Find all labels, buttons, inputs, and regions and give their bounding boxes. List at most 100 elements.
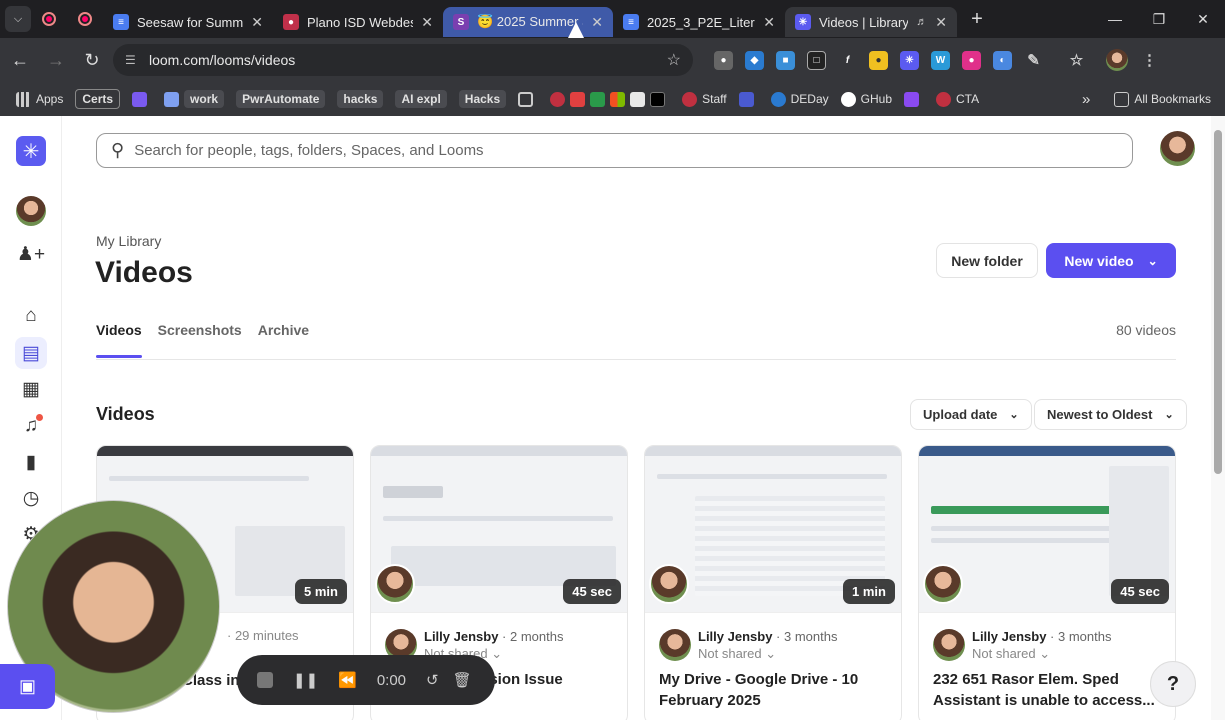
tab-search-button[interactable]: ⌵: [5, 6, 31, 32]
keep-ext-icon[interactable]: ●: [869, 50, 888, 70]
tab-loom-videos[interactable]: ✳ Videos | Library | L ♬ ✕: [785, 7, 957, 37]
tab-webdesk[interactable]: ● Plano ISD Webdesk ✕: [273, 7, 443, 37]
tab-literacy[interactable]: ≡ 2025_3_P2E_Literacy ✕: [613, 7, 785, 37]
bookmark-c[interactable]: [738, 91, 759, 107]
scrollbar-thumb[interactable]: [1214, 130, 1222, 474]
loom-logo-icon[interactable]: ✳: [16, 136, 46, 166]
help-button[interactable]: ?: [1150, 661, 1196, 707]
sort-order-dropdown[interactable]: Newest to Oldest ⌄: [1034, 399, 1187, 430]
clock-icon[interactable]: ◷: [15, 482, 47, 514]
close-icon[interactable]: ✕: [935, 14, 947, 31]
add-user-icon[interactable]: ♟+: [15, 238, 47, 270]
owner-name[interactable]: Lilly Jensby · 3 months: [972, 629, 1111, 644]
bookmark-gem[interactable]: [904, 91, 924, 107]
scrollbar[interactable]: [1211, 116, 1225, 720]
bookmark-work[interactable]: work: [164, 90, 225, 108]
pinned-tab-2[interactable]: [67, 0, 103, 38]
video-title[interactable]: ssion Issue: [481, 669, 627, 690]
video-card[interactable]: 1 min Lilly Jensby · 3 months Not shared…: [644, 445, 902, 720]
bookmark-icon[interactable]: ▮: [15, 446, 47, 478]
video-thumbnail[interactable]: 1 min: [645, 446, 901, 613]
close-icon[interactable]: ✕: [421, 14, 433, 31]
bookmark-hacks-2[interactable]: Hacks: [458, 90, 507, 108]
user-avatar[interactable]: [1160, 131, 1195, 166]
bookmark-cta[interactable]: CTA: [936, 91, 979, 107]
bookmark-certs[interactable]: Certs: [75, 89, 121, 109]
chevron-down-icon: ⌄: [1147, 253, 1158, 268]
restore-icon[interactable]: ❐: [1137, 0, 1181, 38]
trash-icon[interactable]: 🗑: [453, 671, 472, 689]
profile-avatar[interactable]: [1106, 49, 1128, 71]
formula-ext-icon[interactable]: f: [838, 51, 857, 70]
pinned-tab-1[interactable]: [31, 0, 67, 38]
video-thumbnail[interactable]: 45 sec: [371, 446, 627, 613]
bookmark-ai-expl[interactable]: AI expl: [395, 90, 447, 108]
bookmark-hacks[interactable]: hacks: [337, 90, 384, 108]
loom-ext-icon[interactable]: ✳: [900, 50, 919, 70]
menu-icon[interactable]: ⋮: [1140, 51, 1159, 70]
ext-icon[interactable]: ●: [962, 50, 981, 70]
chevron-down-icon: ⌄: [1164, 409, 1174, 421]
ext-icon[interactable]: ◐: [993, 50, 1012, 70]
reload-icon[interactable]: ↻: [76, 44, 108, 76]
folder-ext-icon[interactable]: ■: [776, 50, 795, 70]
tab-screenshots[interactable]: Screenshots: [158, 322, 242, 338]
rewind-icon[interactable]: ⏪: [338, 671, 357, 689]
back-icon[interactable]: ←: [4, 44, 36, 76]
more-bookmarks-icon[interactable]: »: [1082, 91, 1090, 108]
close-icon[interactable]: ✕: [251, 14, 263, 31]
new-tab-button[interactable]: +: [965, 8, 989, 31]
close-icon[interactable]: ✕: [591, 14, 603, 31]
search-input[interactable]: ⚲ Search for people, tags, folders, Spac…: [96, 133, 1133, 168]
bookmark-icon-row[interactable]: [550, 91, 670, 107]
video-thumbnail[interactable]: 45 sec: [919, 446, 1175, 613]
video-card[interactable]: 45 sec Lilly Jensby · 3 months Not share…: [918, 445, 1176, 720]
new-video-button[interactable]: New video ⌄: [1046, 243, 1176, 278]
tab-archive[interactable]: Archive: [258, 322, 309, 338]
bookmark-ghub[interactable]: GHub: [840, 91, 892, 107]
owner-name[interactable]: Lilly Jensby · 3 months: [698, 629, 837, 644]
minimize-icon[interactable]: —: [1093, 0, 1137, 38]
camera-ext-icon[interactable]: ●: [714, 50, 733, 70]
share-status[interactable]: Not shared ⌄: [698, 646, 837, 662]
tab-videos[interactable]: Videos: [96, 322, 142, 358]
card-meta: Lilly Jensby · 3 months Not shared ⌄: [933, 629, 1111, 662]
ext-icon[interactable]: ◆: [745, 50, 764, 70]
bookmark-staff[interactable]: Staff: [682, 91, 727, 107]
close-window-icon[interactable]: ✕: [1181, 0, 1225, 38]
word-ext-icon[interactable]: W: [931, 50, 950, 70]
ext-icon[interactable]: □: [807, 50, 826, 70]
video-title[interactable]: My Drive - Google Drive - 10 February 20…: [659, 669, 891, 711]
library-icon[interactable]: ▤: [15, 337, 47, 369]
puzzle-icon[interactable]: ✎: [1024, 51, 1043, 70]
stop-icon[interactable]: [257, 672, 273, 688]
video-title[interactable]: 232 651 Rasor Elem. Sped Assistant is un…: [933, 669, 1165, 711]
forward-icon[interactable]: →: [40, 44, 72, 76]
workspace-avatar[interactable]: [16, 196, 46, 226]
new-folder-button[interactable]: New folder: [936, 243, 1038, 278]
bookmark-deday[interactable]: DEDay: [770, 91, 829, 107]
bookmark-apps[interactable]: Apps: [16, 91, 63, 107]
site-info-icon[interactable]: ☰: [125, 53, 141, 67]
tab-summer-school[interactable]: S 😇 2025 Summer Scho ✕: [443, 7, 613, 37]
bookmark-grid[interactable]: [518, 91, 538, 107]
gmail-icon: [630, 91, 646, 107]
reading-list-icon[interactable]: ☆: [1067, 51, 1086, 70]
breadcrumb[interactable]: My Library: [96, 233, 161, 249]
calendar-icon[interactable]: ▦: [15, 373, 47, 405]
restart-icon[interactable]: ↺: [426, 671, 439, 689]
close-icon[interactable]: ✕: [763, 14, 775, 31]
tab-seesaw[interactable]: ≡ Seesaw for Summer S ✕: [103, 7, 273, 37]
share-status[interactable]: Not shared ⌄: [972, 646, 1111, 662]
bookmark-pwrautomate[interactable]: PwrAutomate: [236, 90, 326, 108]
all-bookmarks-link[interactable]: All Bookmarks: [1134, 92, 1211, 106]
home-icon[interactable]: ⌂: [15, 300, 47, 332]
owner-name[interactable]: Lilly Jensby · 2 months: [424, 629, 563, 644]
camera-toggle-icon[interactable]: ▣: [0, 664, 55, 709]
pause-icon[interactable]: ❚❚: [293, 671, 318, 689]
bookmark-star-icon[interactable]: ☆: [667, 50, 681, 70]
url-bar[interactable]: ☰ loom.com/looms/videos ☆: [113, 44, 693, 76]
sort-field-dropdown[interactable]: Upload date ⌄: [910, 399, 1032, 430]
bookmark-check[interactable]: [132, 91, 152, 107]
bell-icon[interactable]: ♫: [15, 410, 47, 442]
